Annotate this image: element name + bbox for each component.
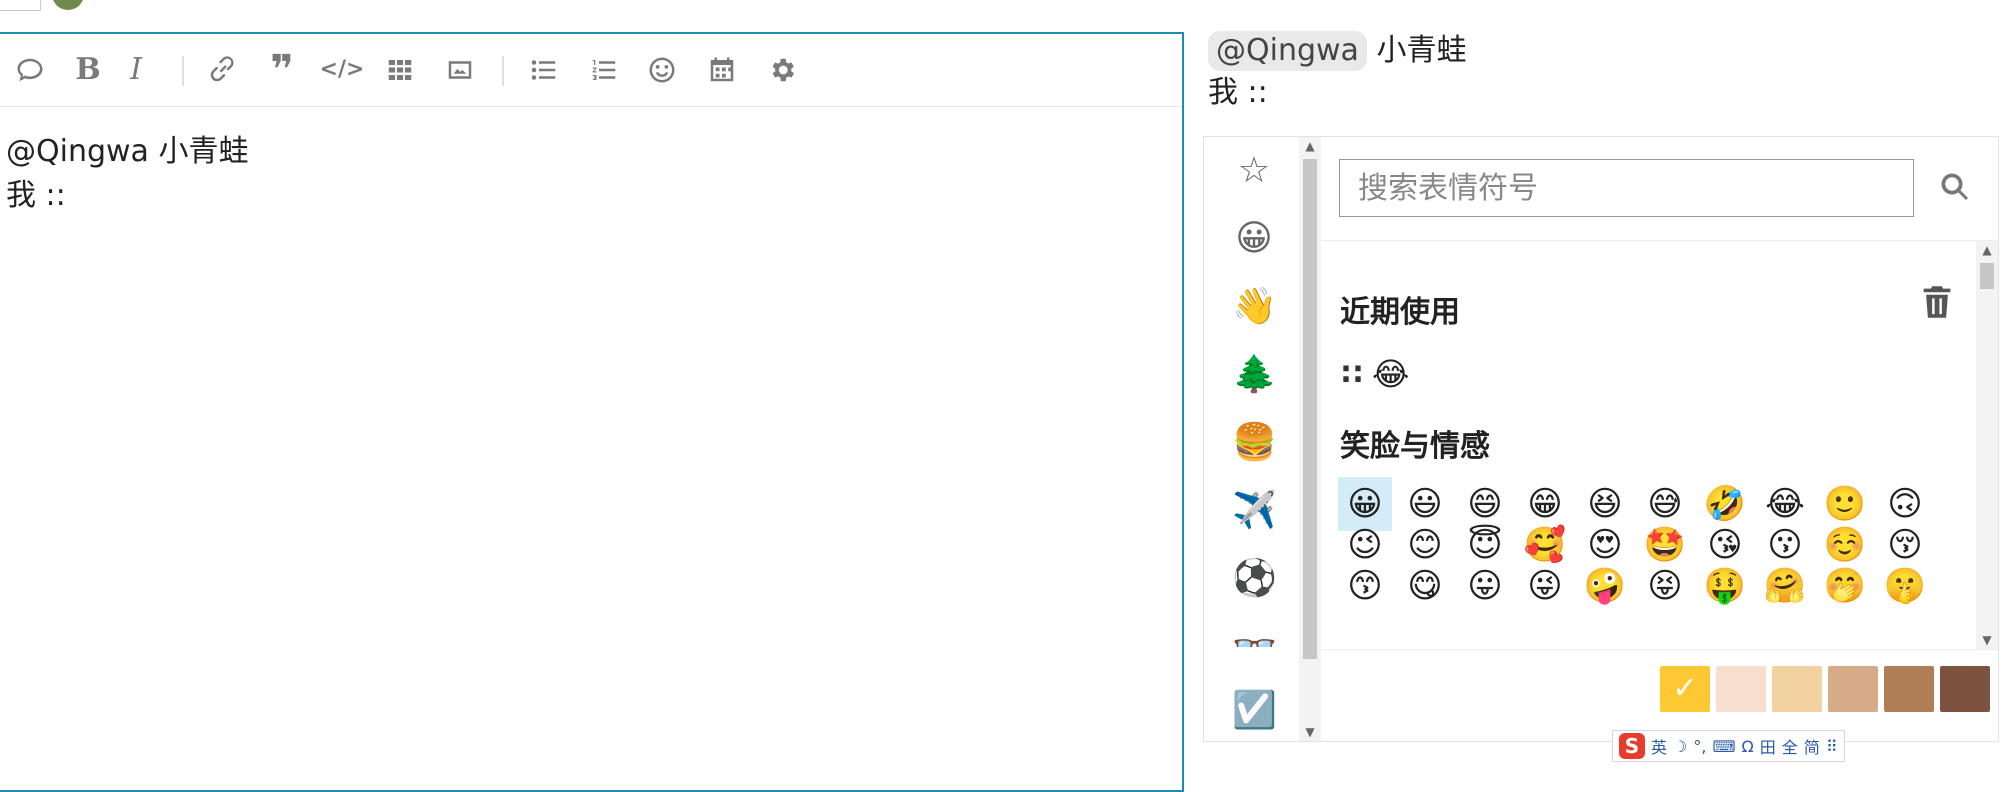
symbols-category-icon[interactable]: ☑️ [1232,689,1277,733]
food-category-icon[interactable]: 🍔 [1232,421,1277,465]
ime-item[interactable]: 田 [1760,734,1776,758]
chat-bubble-icon[interactable] [8,48,52,92]
ime-item[interactable]: Ω [1742,737,1754,756]
ime-logo[interactable]: S [1619,733,1645,759]
editor-content[interactable]: @Qingwa 小青蛙我 :: [6,130,1166,218]
skin-tone-swatch[interactable] [1828,666,1878,712]
toolbar-divider [182,56,184,86]
emoji-icon[interactable] [640,48,684,92]
editor-line: @Qingwa 小青蛙 [6,134,249,169]
emoji-category-nav: ☆ 😀 👋 🌲 🍔 ✈️ ⚽ 👓 ☑️ [1204,137,1299,741]
ime-item[interactable]: ⠿ [1826,737,1838,756]
recent-emoji-list: :: 😂 [1340,351,1409,396]
emoji-search-input[interactable] [1339,159,1914,217]
emoji-button[interactable]: 😛 [1458,559,1512,613]
emoji-button[interactable]: 🤗 [1758,559,1812,613]
emoji-button[interactable]: 😙 [1338,559,1392,613]
scroll-down-arrow-icon[interactable]: ▼ [1981,633,1993,647]
emoji-button[interactable]: 😜 [1518,559,1572,613]
category-scrollbar[interactable]: ▲ ▼ [1299,137,1321,741]
trash-icon[interactable] [1922,285,1956,319]
gear-icon[interactable] [760,48,804,92]
skin-tone-swatch[interactable] [1772,666,1822,712]
preview-line: @Qingwa 小青蛙 [1208,30,1988,72]
scroll-down-arrow-icon[interactable]: ▼ [1304,725,1316,739]
editor-toolbar: B I ❞ </> [0,34,1182,107]
quote-icon[interactable]: ❞ [260,48,304,92]
calendar-icon[interactable] [700,48,744,92]
smileys-category-icon[interactable]: 😀 [1232,217,1276,261]
ime-toolbar[interactable]: S 英 ☽ °, ⌨ Ω 田全简 ⠿ [1612,730,1845,762]
italic-icon[interactable]: I [114,48,158,92]
image-icon[interactable] [438,48,482,92]
emoji-button[interactable]: 😂 [1372,352,1409,396]
top-fragment [0,0,41,11]
scrollbar-thumb[interactable] [1980,263,1994,289]
people-category-icon[interactable]: 👋 [1232,285,1277,329]
code-icon[interactable]: </> [320,48,365,92]
emoji-button[interactable]: 🤭 [1818,559,1872,613]
scroll-up-arrow-icon[interactable]: ▲ [1981,243,1993,257]
emoji-list-scrollbar[interactable]: ▲ ▼ [1976,241,1998,649]
toolbar-divider [502,56,504,86]
scrollbar-thumb[interactable] [1303,159,1317,659]
activities-category-icon[interactable]: ⚽ [1232,557,1277,601]
preview-line: 我 :: [1208,75,1268,110]
favorites-category-icon[interactable]: ☆ [1232,149,1276,193]
nature-category-icon[interactable]: 🌲 [1232,353,1277,397]
recent-item-colon[interactable]: :: [1340,355,1364,390]
ime-item[interactable]: 英 [1651,734,1667,758]
mention-chip[interactable]: @Qingwa [1208,31,1367,71]
emoji-picker: ☆ 😀 👋 🌲 🍔 ✈️ ⚽ 👓 ☑️ ▲ ▼ 近期使用 ::😂 笑脸与情感 😀… [1203,136,1999,742]
preview-mention-rest: 小青蛙 [1366,33,1467,68]
skin-tone-swatch[interactable] [1660,666,1710,712]
ime-item[interactable]: 简 [1804,734,1820,758]
skin-tone-swatch[interactable] [1716,666,1766,712]
scroll-up-arrow-icon[interactable]: ▲ [1304,139,1316,153]
travel-category-icon[interactable]: ✈️ [1232,489,1277,533]
emoji-button[interactable]: 😋 [1398,559,1452,613]
composer-editor[interactable]: B I ❞ </> @Qingwa 小青蛙 我:: [0,32,1184,792]
search-icon[interactable] [1937,169,1977,209]
bullet-list-icon[interactable] [522,48,566,92]
emoji-search-row [1339,159,1979,219]
emoji-button[interactable]: 😝 [1638,559,1692,613]
ime-item[interactable]: °, [1693,737,1706,756]
skin-tone-swatch[interactable] [1940,666,1990,712]
emoji-list: 近期使用 :: 😂 笑脸与情感 😀 😃 😄 😁 😆 😅 🤣 😂 🙂 🙃 😉 😊 😇 🥰 😍 🤩 😘 😗 ☺️ 😚 😙 😋 😛 😜… [1322,240,1998,649]
ime-item[interactable]: ⌨ [1712,737,1735,756]
link-icon[interactable] [200,48,244,92]
user-avatar[interactable] [52,0,84,10]
bold-icon[interactable]: B [66,48,110,92]
emoji-button[interactable]: 🤪 [1578,559,1632,613]
skin-tone-swatch[interactable] [1884,666,1934,712]
numbered-list-icon[interactable] [582,48,626,92]
editor-line: 我 :: [6,178,66,213]
skin-tone-bar [1322,649,1998,742]
objects-category-icon[interactable]: 👓 [1232,625,1276,647]
table-icon[interactable] [378,48,422,92]
section-title-recent: 近期使用 [1340,295,1460,330]
ime-item[interactable]: 全 [1782,734,1798,758]
emoji-button[interactable]: 🤑 [1698,559,1752,613]
emoji-button[interactable]: 🤫 [1878,559,1932,613]
ime-item[interactable]: ☽ [1673,737,1687,756]
preview-pane: @Qingwa 小青蛙 我 :: [1208,30,1988,114]
section-title-smileys: 笑脸与情感 [1340,429,1490,464]
